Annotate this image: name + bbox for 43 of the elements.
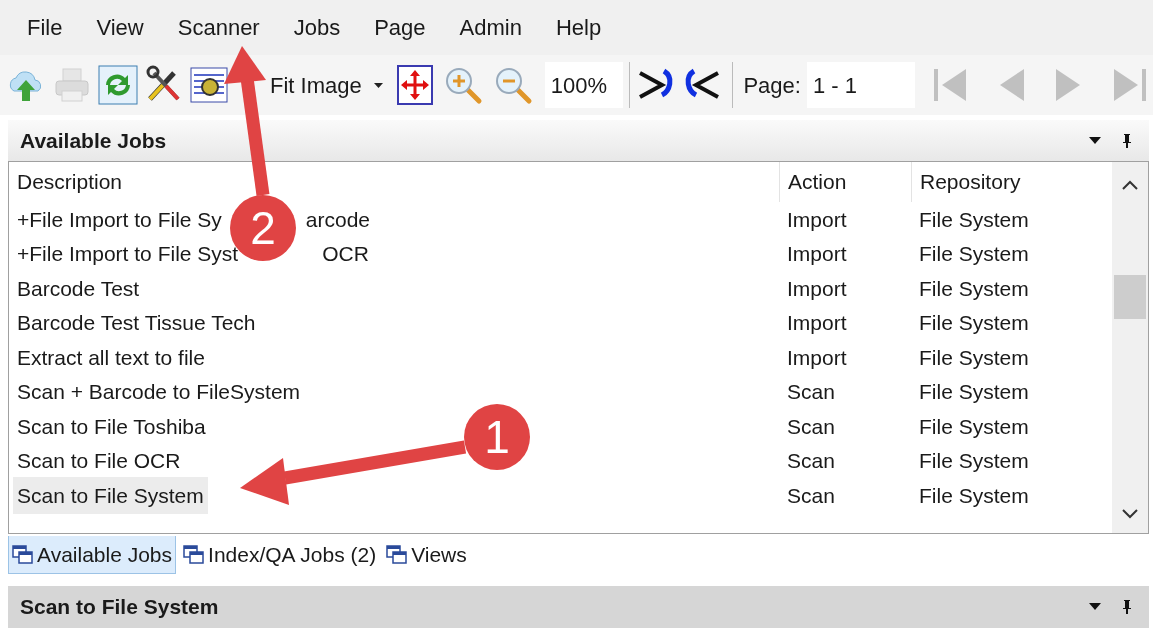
- panel-title: Scan to File System: [20, 594, 219, 621]
- table-cell: Scan: [787, 449, 835, 472]
- page-label: Page:: [743, 71, 801, 100]
- table-cell: Scan: [787, 483, 835, 507]
- zoom-mode-dropdown[interactable]: Fit Image: [266, 68, 387, 102]
- table-cell: Import: [787, 311, 847, 334]
- tab[interactable]: Index/QA Jobs (2): [180, 536, 380, 574]
- table-cell[interactable]: +File Import to File Sy: [13, 202, 226, 238]
- menu-item[interactable]: Help: [555, 11, 602, 44]
- panel-title: Available Jobs: [20, 127, 167, 154]
- table-cell[interactable]: Scan to File System: [13, 476, 208, 514]
- zoom-field[interactable]: 100%: [544, 62, 624, 108]
- menu-item[interactable]: File: [27, 11, 63, 44]
- table-cell: File System: [919, 380, 1029, 403]
- table-cell: Import: [787, 345, 847, 369]
- table-cell: File System: [919, 449, 1029, 472]
- table-cell: File System: [919, 414, 1029, 438]
- table-cell: File System: [919, 242, 1029, 265]
- table-cell: Import: [787, 276, 847, 300]
- callout-number: 1: [484, 411, 510, 463]
- menu-item[interactable]: Jobs: [293, 11, 341, 44]
- table-cell: File System: [919, 207, 1029, 231]
- table-cell: File System: [919, 311, 1029, 334]
- menu-item[interactable]: Admin: [459, 11, 522, 44]
- table-cell: File System: [919, 345, 1029, 369]
- tab[interactable]: Views: [383, 536, 470, 574]
- callout-number: 2: [250, 202, 276, 254]
- tab[interactable]: Available Jobs: [8, 536, 177, 574]
- table-cell: File System: [919, 483, 1029, 507]
- menu-item[interactable]: Page: [374, 11, 426, 44]
- menu-item[interactable]: View: [96, 11, 144, 44]
- table-cell: Import: [787, 242, 847, 265]
- table-cell[interactable]: OCR: [322, 235, 369, 273]
- column-header[interactable]: Description: [17, 166, 123, 198]
- table-cell: Scan: [787, 414, 835, 438]
- column-header[interactable]: Action: [788, 166, 847, 198]
- column-header[interactable]: Repository: [920, 166, 1021, 198]
- menu-item[interactable]: Scanner: [177, 11, 260, 44]
- table-cell: File System: [919, 276, 1029, 300]
- table-cell[interactable]: arcode: [305, 202, 371, 238]
- page-field[interactable]: 1 - 1: [806, 62, 915, 108]
- table-cell: Scan: [787, 380, 835, 403]
- table-cell: Import: [787, 207, 847, 231]
